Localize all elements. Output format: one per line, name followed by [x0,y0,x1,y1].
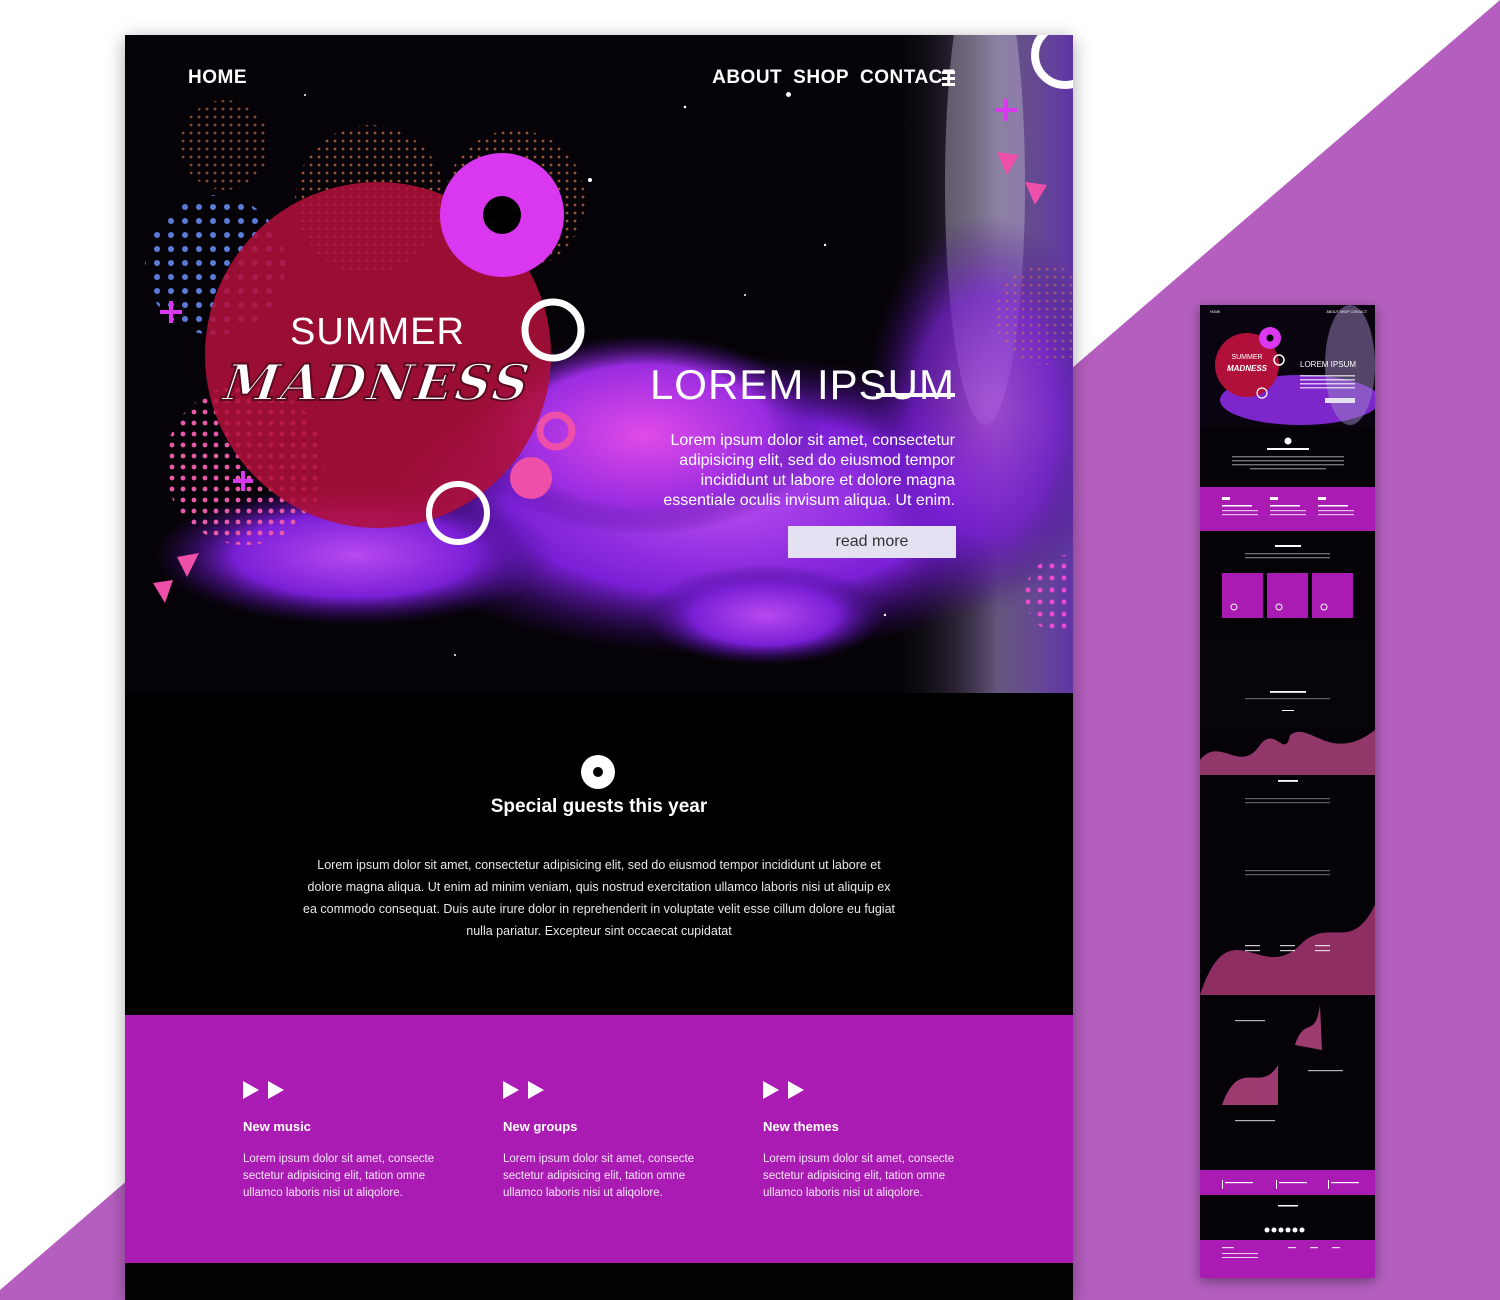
nav-shop-link[interactable]: SHOP [793,67,849,89]
preview-nav-links: ABOUT SHOP CONTACT [1326,310,1367,314]
feature-card-new-music: New music Lorem ipsum dolor sit amet, co… [243,1080,443,1202]
preview-artwork [1200,305,1375,1278]
hero-title-underline [876,393,955,397]
badge-madness-text: MADNESS [219,352,536,413]
hamburger-menu-icon[interactable] [942,71,955,86]
preview-badge-madness: MADNESS [1226,364,1267,373]
nav-about-link[interactable]: ABOUT [712,67,782,89]
preview-nav-home: HOME [1210,310,1221,314]
feature-text: Lorem ipsum dolor sit amet, consecte sec… [763,1153,955,1199]
preview-badge-summer: SUMMER [1231,354,1263,361]
feature-text: Lorem ipsum dolor sit amet, consecte sec… [503,1153,695,1199]
guests-title: Special guests this year [490,796,708,817]
feature-title: New music [243,1119,311,1134]
preview-hero-title: LOREM IPSUM [1300,360,1357,369]
badge-summer-text: SUMMER [290,311,465,353]
full-page-preview-mockup: HOME ABOUT SHOP CONTACT SUMMER MADNESS L… [1200,305,1375,1278]
fast-forward-icon [243,1081,284,1099]
hero-description: Lorem ipsum dolor sit amet, consectetur … [663,432,955,509]
fast-forward-icon [763,1081,804,1099]
main-page-mockup: HOME ABOUT SHOP CONTACT SUMMER MADNESS L… [125,35,1073,1300]
nav-home-link[interactable]: HOME [188,67,247,89]
feature-title: New themes [763,1119,839,1134]
guests-description: Lorem ipsum dolor sit amet, consectetur … [303,857,895,938]
features-section: New music Lorem ipsum dolor sit amet, co… [125,1015,1073,1263]
nav-menu: ABOUT SHOP CONTACT [712,67,955,89]
special-guests-section: Special guests this year Lorem ipsum dol… [125,693,1073,1015]
nav-contact-link[interactable]: CONTACT [860,67,955,89]
footer-strip [125,1263,1073,1300]
feature-card-new-themes: New themes Lorem ipsum dolor sit amet, c… [763,1080,963,1202]
active-indicator-dot [786,92,791,97]
feature-title: New groups [503,1119,578,1134]
hero-section: HOME ABOUT SHOP CONTACT SUMMER MADNESS L… [125,35,1073,693]
fast-forward-icon [503,1081,544,1099]
hero-title: LOREM IPSUM [649,361,955,409]
read-more-button[interactable]: read more [788,526,956,558]
feature-text: Lorem ipsum dolor sit amet, consecte sec… [243,1153,435,1199]
disc-icon [581,755,615,789]
feature-card-new-groups: New groups Lorem ipsum dolor sit amet, c… [503,1080,703,1202]
